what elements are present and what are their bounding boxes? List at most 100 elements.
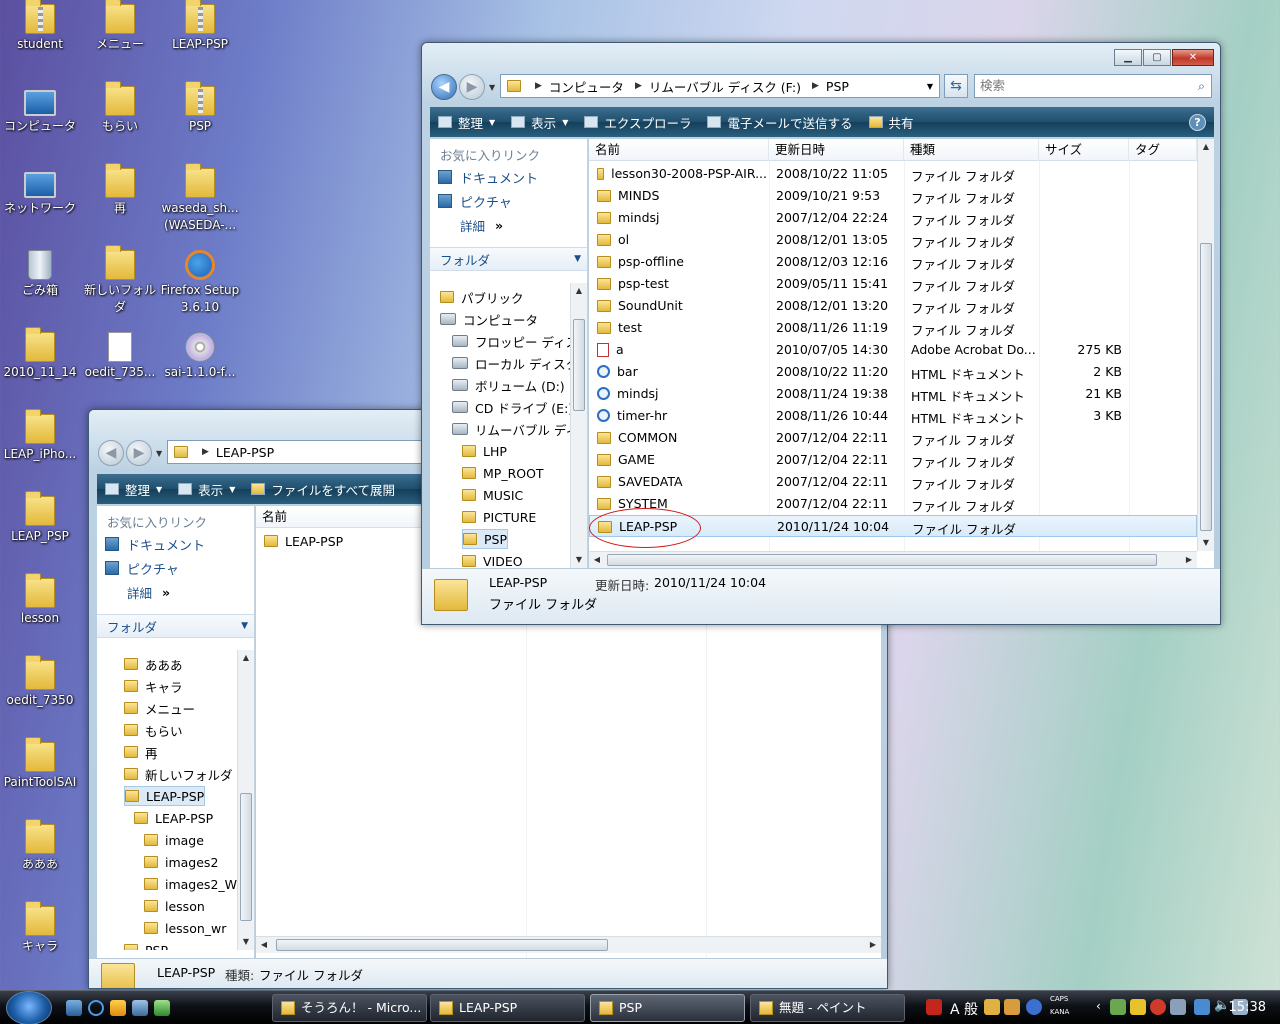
tree-item[interactable]: キャラ (124, 676, 183, 696)
ie-icon[interactable] (88, 1000, 104, 1016)
acrobat-icon[interactable] (926, 999, 942, 1015)
tree-item[interactable]: ローカル ディスク (452, 353, 570, 373)
search-icon[interactable]: ⌕ (1198, 75, 1205, 97)
desktop-icon[interactable]: LEAP_PSP (0, 491, 80, 545)
antivirus-icon[interactable] (1150, 999, 1166, 1015)
view-button[interactable]: 表示 ▼ (503, 113, 576, 132)
safely-remove-icon[interactable] (1170, 999, 1186, 1015)
scroll-thumb[interactable] (607, 554, 1157, 566)
favorite-pictures[interactable]: ピクチャ (430, 189, 587, 213)
tree-item[interactable]: images2_W (144, 874, 237, 894)
desktop-icon[interactable]: LEAP_iPho... (0, 409, 80, 463)
organize-button[interactable]: 整理 ▼ (430, 113, 503, 132)
file-row[interactable]: psp-test 2009/05/11 15:41 ファイル フォルダ (589, 273, 1197, 295)
window-switch-icon[interactable] (132, 1000, 148, 1016)
breadcrumb-psp[interactable]: PSP (826, 79, 849, 94)
tree-item[interactable]: MUSIC (462, 485, 523, 505)
file-list-hscrollbar[interactable]: ◀ ▶ (589, 551, 1197, 568)
desktop-icon[interactable]: 再 (80, 163, 160, 217)
close-button[interactable]: ✕ (1172, 49, 1214, 66)
desktop-icon[interactable]: lesson (0, 573, 80, 627)
scroll-thumb[interactable] (240, 793, 252, 921)
folders-header[interactable]: フォルダ ▼ (430, 247, 587, 271)
address-dropdown-icon[interactable]: ▼ (927, 82, 933, 91)
forward-button[interactable]: ▶ (459, 74, 485, 100)
breadcrumb-separator-icon[interactable]: ▶ (812, 81, 819, 91)
more-favorites-link[interactable]: 詳細» (430, 213, 587, 237)
tree-item[interactable]: PSP (124, 940, 168, 950)
tree-item[interactable]: PICTURE (462, 507, 536, 527)
desktop-icon[interactable]: ごみ箱 (0, 248, 80, 299)
breadcrumb-leap-psp[interactable]: LEAP-PSP (216, 445, 274, 460)
tree-item[interactable]: images2 (144, 852, 218, 872)
tree-item[interactable]: メニュー (124, 698, 195, 718)
taskbar-word-button[interactable]: そうろん！ - Micro... (272, 994, 427, 1022)
file-row[interactable]: timer-hr 2008/11/26 10:44 HTML ドキュメント 3 KB (589, 405, 1197, 427)
tree-item[interactable]: CD ドライブ (E:) (452, 397, 570, 417)
tree-item[interactable]: VIDEO (462, 551, 523, 568)
tree-item[interactable]: もらい (124, 720, 183, 740)
column-name[interactable]: 名前 (589, 139, 769, 161)
search-input[interactable]: 検索 ⌕ (974, 74, 1212, 98)
tree-item[interactable]: lesson (144, 896, 205, 916)
tree-item[interactable]: リムーバブル ディ (452, 419, 570, 439)
column-type[interactable]: 種類 (904, 139, 1039, 161)
file-row[interactable]: lesson30-2008-PSP-AIR... 2008/10/22 11:05… (589, 163, 1197, 185)
tree-item[interactable]: フロッピー ディスク (452, 331, 570, 351)
clock[interactable]: 15:38 (1229, 1000, 1266, 1015)
taskbar-paint-button[interactable]: 無題 - ペイント (750, 994, 905, 1022)
desktop-icon[interactable]: ネットワーク (0, 166, 80, 217)
tree-item[interactable]: パブリック (440, 287, 524, 307)
taskbar-psp-button[interactable]: PSP (590, 994, 745, 1022)
file-row[interactable]: SoundUnit 2008/12/01 13:20 ファイル フォルダ (589, 295, 1197, 317)
favorite-documents[interactable]: ドキュメント (430, 165, 587, 189)
folder-tree-scrollbar[interactable]: ▲ ▼ (570, 283, 587, 568)
history-dropdown-icon[interactable]: ▼ (489, 83, 495, 92)
breadcrumb-separator-icon[interactable]: ▶ (202, 447, 209, 457)
scroll-thumb[interactable] (573, 319, 585, 411)
display-icon[interactable] (1194, 999, 1210, 1015)
tree-item[interactable]: image (144, 830, 204, 850)
desktop-icon[interactable]: PaintToolSAI (0, 737, 80, 791)
desktop-icon[interactable]: waseda_sh... (WASEDA-... (160, 163, 240, 234)
desktop-icon[interactable]: Firefox Setup 3.6.10 (160, 248, 240, 316)
breadcrumb-separator-icon[interactable]: ▶ (535, 81, 542, 91)
favorite-pictures[interactable]: ピクチャ (97, 556, 254, 580)
scroll-left-icon[interactable]: ◀ (256, 937, 272, 953)
scroll-up-icon[interactable]: ▲ (571, 283, 587, 299)
scroll-down-icon[interactable]: ▼ (571, 552, 587, 568)
show-desktop-icon[interactable] (66, 1000, 82, 1016)
desktop-icon[interactable]: キャラ (0, 901, 80, 955)
back-button[interactable]: ◀ (431, 74, 457, 100)
file-list-hscrollbar[interactable]: ◀ ▶ (256, 936, 881, 953)
tree-item[interactable]: 新しいフォルダ (124, 764, 233, 784)
explorer-button[interactable]: エクスプローラ (576, 113, 699, 132)
folder-tree-scrollbar[interactable]: ▲ ▼ (237, 650, 254, 950)
scroll-down-icon[interactable]: ▼ (1198, 535, 1214, 551)
view-button[interactable]: 表示 ▼ (170, 480, 243, 499)
tree-item[interactable]: lesson_wr (144, 918, 226, 938)
tree-item[interactable]: 再 (124, 742, 158, 762)
minimize-button[interactable]: ▁ (1114, 49, 1142, 66)
maximize-button[interactable]: ▢ (1143, 49, 1171, 66)
file-row[interactable]: mindsj 2008/11/24 19:38 HTML ドキュメント 21 KB (589, 383, 1197, 405)
file-row[interactable]: SAVEDATA 2007/12/04 22:11 ファイル フォルダ (589, 471, 1197, 493)
tree-item[interactable]: LEAP-PSP (124, 786, 206, 806)
breadcrumb-computer[interactable]: コンピュータ (549, 77, 624, 96)
list-item[interactable]: LEAP-PSP (264, 530, 343, 552)
file-row[interactable]: psp-offline 2008/12/03 12:16 ファイル フォルダ (589, 251, 1197, 273)
file-row[interactable]: GAME 2007/12/04 22:11 ファイル フォルダ (589, 449, 1197, 471)
taskbar-leap-psp-button[interactable]: LEAP-PSP (430, 994, 585, 1022)
file-list-vscrollbar[interactable]: ▲ ▼ (1197, 139, 1214, 551)
address-bar[interactable]: ▶ コンピュータ ▶ リムーバブル ディスク (F:) ▶ PSP ▼ (500, 74, 940, 98)
scroll-up-icon[interactable]: ▲ (1198, 139, 1214, 155)
tree-item[interactable]: LHP (462, 441, 507, 461)
scroll-right-icon[interactable]: ▶ (865, 937, 881, 953)
messenger-icon[interactable] (154, 1000, 170, 1016)
refresh-button[interactable]: ⇆ (944, 74, 968, 98)
ime-indicator[interactable]: A 般 (950, 999, 978, 1019)
tree-item[interactable]: PSP (462, 529, 509, 549)
share-button[interactable]: 共有 (861, 113, 922, 132)
forward-button[interactable]: ▶ (126, 440, 152, 466)
column-date[interactable]: 更新日時 (769, 139, 904, 161)
